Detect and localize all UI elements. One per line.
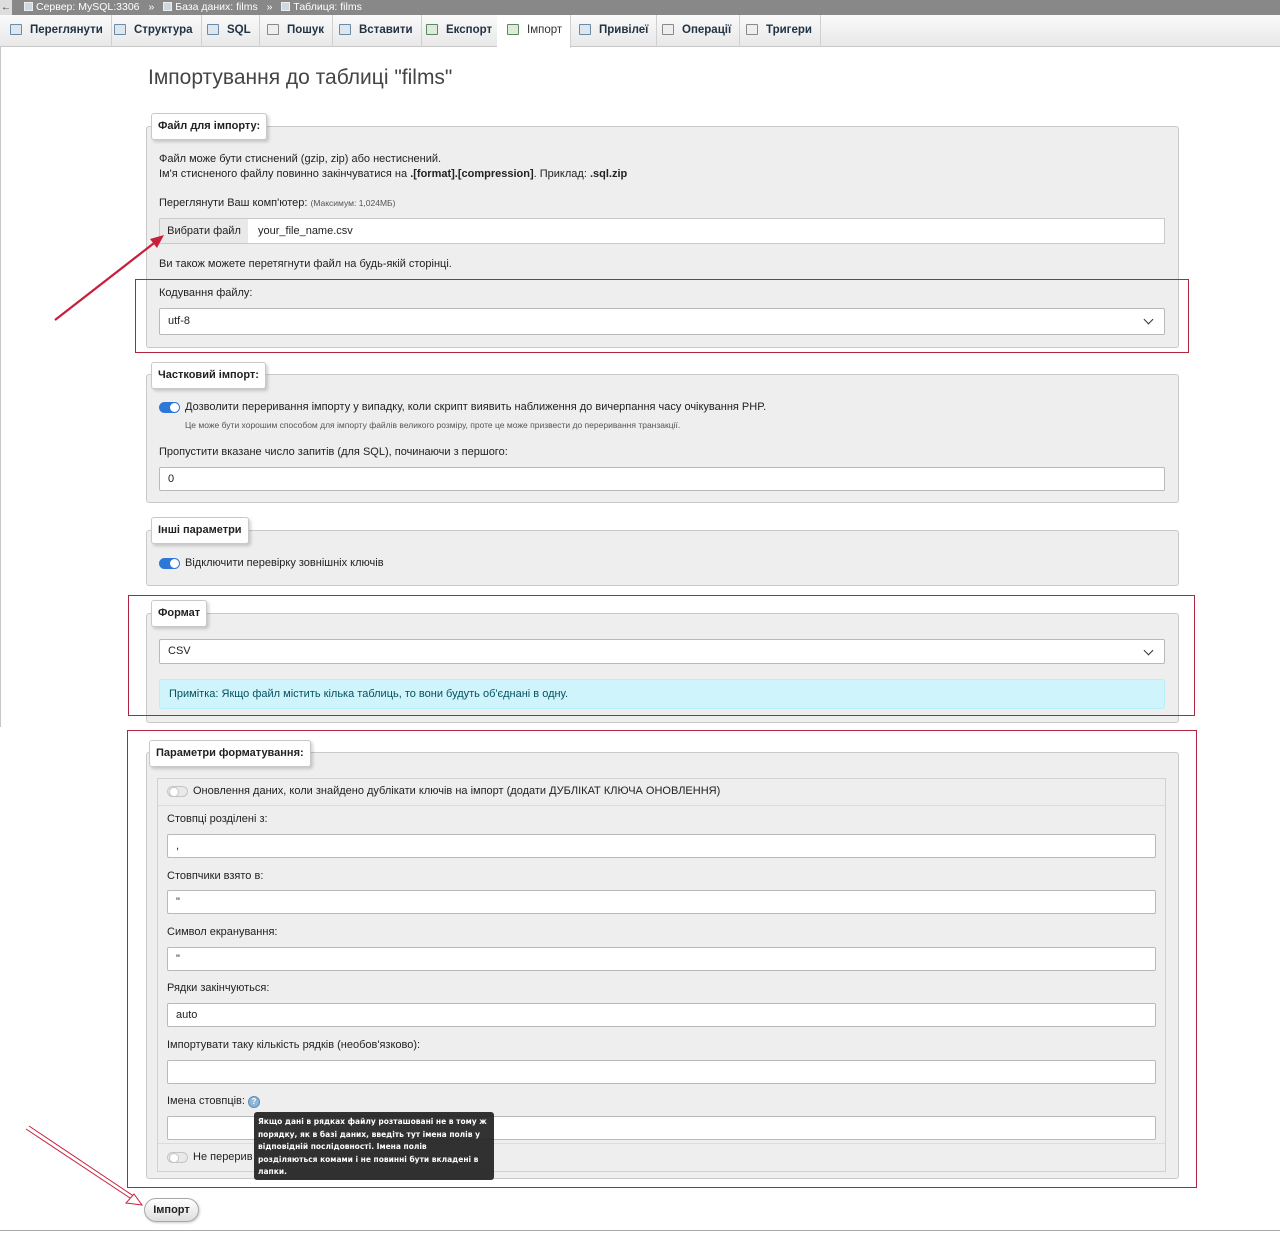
operations-icon	[662, 24, 674, 35]
sql-icon	[207, 24, 219, 35]
lines-terminated-label: Рядки закінчуються:	[167, 982, 270, 994]
browse-label: Переглянути Ваш комп'ютер: (Максимум: 1,…	[159, 197, 396, 209]
breadcrumb-separator: »	[148, 1, 155, 13]
breadcrumb: ← Сервер: MySQL:3306 » База даних: films…	[0, 0, 1280, 15]
insert-icon	[339, 24, 351, 35]
compression-example: Ім'я стисненого файлу повинно закінчуват…	[159, 168, 628, 180]
allow-interrupt-toggle[interactable]	[159, 402, 180, 413]
tab-label: Операції	[682, 24, 732, 36]
tab-label: Вставити	[359, 24, 413, 36]
tab-operations[interactable]: Операції	[652, 15, 741, 47]
tab-label: Пошук	[287, 24, 325, 36]
tab-label: Експорт	[446, 24, 493, 36]
compression-info: Файл може бути стиснений (gzip, zip) або…	[159, 153, 442, 165]
browse-icon	[10, 24, 22, 35]
escape-char-label: Символ екранування:	[167, 926, 278, 938]
database-icon	[163, 2, 173, 11]
tab-export[interactable]: Експорт	[416, 15, 502, 47]
server-icon	[24, 2, 33, 11]
divider	[158, 805, 1165, 806]
format-value: CSV	[168, 645, 191, 657]
column-names-tooltip: Якщо дані в рядках файлу розташовані не …	[254, 1112, 494, 1180]
file-import-legend: Файл для імпорту:	[151, 113, 268, 140]
table-icon	[281, 2, 291, 11]
tab-search[interactable]: Пошук	[257, 15, 334, 47]
tab-label: Привілеї	[599, 24, 649, 36]
lines-terminated-input[interactable]: auto	[167, 1003, 1156, 1027]
tab-triggers[interactable]: Тригери	[736, 15, 821, 47]
tab-label: SQL	[227, 24, 251, 36]
arrow-to-import-button-icon	[25, 1125, 144, 1206]
tab-insert[interactable]: Вставити	[329, 15, 422, 47]
chevron-down-icon	[1143, 314, 1154, 325]
update-duplicates-label: Оновлення даних, коли знайдено дублікати…	[193, 785, 721, 797]
tab-browse[interactable]: Переглянути	[0, 15, 112, 47]
columns-separator-input[interactable]: ,	[167, 834, 1156, 858]
import-icon	[507, 24, 519, 35]
allow-interrupt-label: Дозволити переривання імпорту у випадку,…	[185, 401, 767, 413]
last-option-toggle[interactable]	[167, 1152, 188, 1163]
format-select[interactable]: CSV	[159, 639, 1165, 664]
foreign-key-checks-toggle[interactable]	[159, 558, 180, 569]
choose-file-button[interactable]: Вибрати файл	[159, 218, 249, 244]
breadcrumb-table[interactable]: Таблиця: films	[293, 1, 361, 13]
columns-enclosed-input[interactable]: "	[167, 890, 1156, 914]
tab-label: Імпорт	[527, 24, 563, 36]
format-note: Примітка: Якщо файл містить кілька табли…	[159, 679, 1165, 709]
format-legend: Формат	[151, 600, 208, 627]
partial-import-legend: Частковий імпорт:	[151, 362, 266, 389]
allow-interrupt-note: Це може бути хорошим способом для імпорт…	[185, 420, 681, 430]
triggers-icon	[746, 24, 758, 35]
encoding-value: utf-8	[168, 315, 191, 327]
row-count-label: Імпортувати таку кількість рядків (необо…	[167, 1039, 421, 1051]
skip-queries-input[interactable]: 0	[159, 467, 1165, 491]
last-option-label: Не перерив	[193, 1151, 253, 1163]
privileges-icon	[579, 24, 591, 35]
tab-bar: Переглянути Структура SQL Пошук Вставити…	[0, 15, 1280, 48]
bottom-divider	[0, 1230, 1280, 1231]
breadcrumb-separator: »	[266, 1, 273, 13]
chevron-down-icon	[1143, 645, 1154, 656]
search-icon	[267, 24, 279, 35]
update-duplicates-toggle[interactable]	[167, 786, 188, 797]
tab-import[interactable]: Імпорт	[497, 15, 572, 48]
columns-separator-label: Стовпці розділені з:	[167, 813, 268, 825]
column-names-label: Імена стовпців:	[167, 1095, 245, 1107]
left-border	[0, 47, 1, 727]
file-name-field[interactable]: your_file_name.csv	[248, 218, 1165, 244]
tab-label: Структура	[134, 24, 193, 36]
breadcrumb-database[interactable]: База даних: films	[175, 1, 257, 13]
encoding-select[interactable]: utf-8	[159, 308, 1165, 335]
tab-privileges[interactable]: Привілеї	[569, 15, 658, 47]
drag-hint: Ви також можете перетягнути файл на будь…	[159, 258, 452, 270]
row-count-input[interactable]	[167, 1060, 1156, 1084]
structure-icon	[114, 24, 126, 35]
skip-queries-label: Пропустити вказане число запитів (для SQ…	[159, 446, 508, 458]
tab-structure[interactable]: Структура	[104, 15, 202, 47]
export-icon	[426, 24, 438, 35]
import-button[interactable]: Імпорт	[144, 1198, 199, 1222]
columns-enclosed-label: Стовпчики взято в:	[167, 870, 264, 882]
tab-sql[interactable]: SQL	[197, 15, 260, 47]
help-icon[interactable]: ?	[248, 1096, 260, 1108]
page-title: Імпортування до таблиці "films"	[148, 66, 453, 89]
tab-label: Тригери	[766, 24, 812, 36]
escape-char-input[interactable]: "	[167, 947, 1156, 971]
breadcrumb-server[interactable]: Сервер: MySQL:3306	[36, 1, 140, 13]
foreign-key-checks-label: Відключити перевірку зовнішніх ключів	[185, 557, 384, 569]
encoding-label: Кодування файлу:	[159, 287, 253, 299]
tab-label: Переглянути	[30, 24, 103, 36]
format-options-legend: Параметри форматування:	[149, 740, 311, 767]
other-options-legend: Інші параметри	[151, 517, 249, 544]
collapse-arrow-icon[interactable]: ←	[0, 0, 12, 15]
